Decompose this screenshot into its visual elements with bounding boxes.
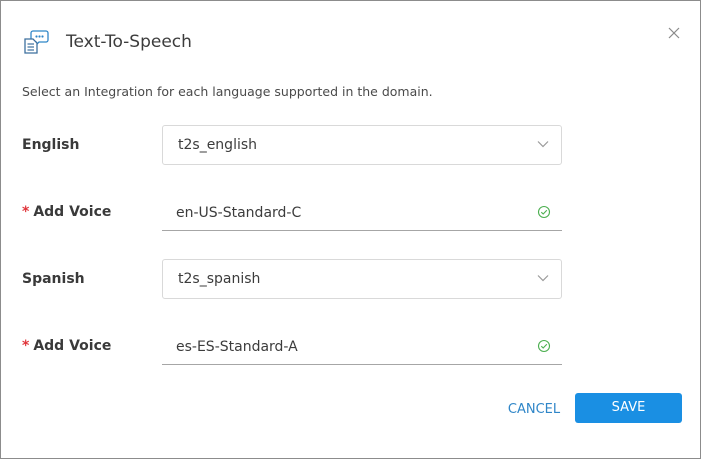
integration-select-spanish[interactable]: t2s_spanish bbox=[162, 259, 562, 299]
language-label-english: English bbox=[22, 137, 80, 153]
close-icon[interactable] bbox=[666, 25, 682, 41]
add-voice-label-text: Add Voice bbox=[33, 204, 112, 220]
cancel-button[interactable]: CANCEL bbox=[499, 397, 569, 423]
integration-select-value: t2s_english bbox=[178, 137, 258, 153]
integration-select-value: t2s_spanish bbox=[178, 271, 261, 287]
add-voice-label-spanish: * Add Voice bbox=[22, 336, 111, 356]
voice-field-spanish bbox=[162, 329, 562, 365]
chevron-down-icon bbox=[537, 275, 549, 282]
text-to-speech-dialog: Text-To-Speech Select an Integration for… bbox=[0, 0, 701, 459]
voice-input-english[interactable] bbox=[176, 203, 516, 223]
dialog-title: Text-To-Speech bbox=[66, 32, 192, 52]
speech-document-icon bbox=[24, 30, 49, 54]
required-mark: * bbox=[22, 204, 30, 220]
save-button[interactable]: SAVE bbox=[575, 393, 682, 423]
chevron-down-icon bbox=[537, 141, 549, 148]
voice-field-english bbox=[162, 195, 562, 231]
check-circle-icon bbox=[537, 205, 551, 219]
voice-input-spanish[interactable] bbox=[176, 337, 516, 357]
dialog-instructions: Select an Integration for each language … bbox=[22, 84, 433, 99]
integration-select-english[interactable]: t2s_english bbox=[162, 125, 562, 165]
add-voice-label-english: * Add Voice bbox=[22, 202, 111, 222]
language-label-spanish: Spanish bbox=[22, 271, 85, 287]
required-mark: * bbox=[22, 338, 30, 354]
add-voice-label-text: Add Voice bbox=[33, 338, 112, 354]
check-circle-icon bbox=[537, 339, 551, 353]
